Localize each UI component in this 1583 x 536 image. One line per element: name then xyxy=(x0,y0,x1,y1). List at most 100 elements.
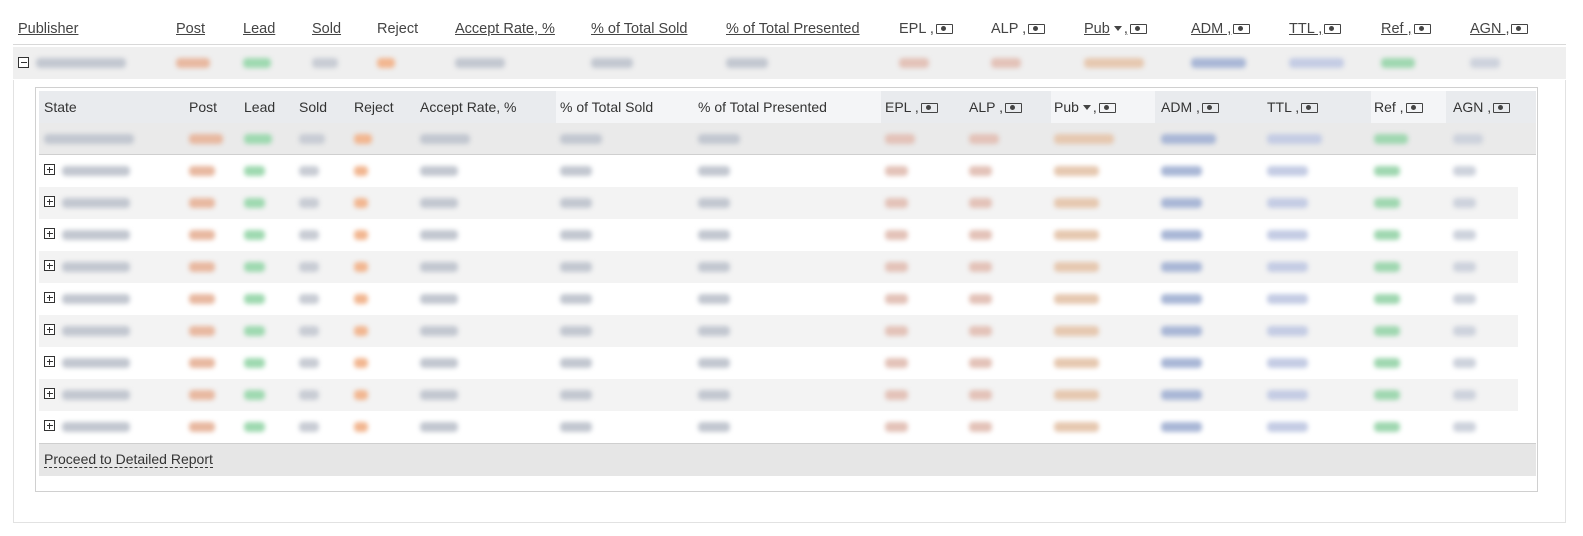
expand-icon[interactable] xyxy=(44,324,55,335)
redacted-value-pct-total-sold xyxy=(560,358,592,368)
redacted-value-sold xyxy=(299,358,319,368)
redacted-value-ref xyxy=(1374,326,1400,336)
redacted-value-sold xyxy=(299,294,319,304)
state-table-header: State Post Lead Sold Reject Accept Rate, % % o… xyxy=(39,91,1536,123)
column-header-agn[interactable]: AGN , xyxy=(1470,15,1529,44)
report-footer: Proceed to Detailed Report xyxy=(39,443,1536,476)
redacted-value-sold xyxy=(312,58,338,68)
expand-icon[interactable] xyxy=(44,356,55,367)
state-column-header-post[interactable]: Post xyxy=(189,91,217,123)
column-header-label: % of Total Sold xyxy=(560,99,654,115)
state-column-header-agn[interactable]: AGN , xyxy=(1453,91,1511,123)
state-column-header-lead[interactable]: Lead xyxy=(244,91,275,123)
column-header-reject: Reject xyxy=(377,15,418,44)
redacted-value-accept-rate xyxy=(420,422,458,432)
state-column-header-epl[interactable]: EPL , xyxy=(885,91,938,123)
column-header-pct-total-sold[interactable]: % of Total Sold xyxy=(591,15,687,44)
redacted-value-pct-total-sold xyxy=(560,326,592,336)
redacted-value-pct-total-presented xyxy=(698,326,730,336)
column-header-adm[interactable]: ADM , xyxy=(1191,15,1251,44)
redacted-value-reject xyxy=(354,134,372,144)
redacted-value-accept-rate xyxy=(420,390,458,400)
state-column-header-adm[interactable]: ADM , xyxy=(1161,91,1219,123)
redacted-value-pub xyxy=(1054,326,1099,336)
column-header-ref[interactable]: Ref , xyxy=(1381,15,1431,44)
redacted-value-alp xyxy=(969,230,992,240)
redacted-value-pct-total-sold xyxy=(560,422,592,432)
redacted-value-post xyxy=(189,198,215,208)
state-column-header-pct-total-sold[interactable]: % of Total Sold xyxy=(560,91,653,123)
proceed-to-detailed-report-link[interactable]: Proceed to Detailed Report xyxy=(44,451,213,468)
state-column-header-ref[interactable]: Ref , xyxy=(1374,91,1423,123)
column-header-label: ADM , xyxy=(1161,99,1200,115)
expand-icon[interactable] xyxy=(44,260,55,271)
state-column-header-alp[interactable]: ALP , xyxy=(969,91,1022,123)
state-row xyxy=(39,411,1518,443)
column-header-pct-total-presented[interactable]: % of Total Presented xyxy=(726,15,860,44)
redacted-value-state xyxy=(44,134,134,144)
redacted-value-epl xyxy=(885,230,908,240)
column-header-label: Pub xyxy=(1084,21,1110,37)
redacted-value-ttl xyxy=(1267,326,1308,336)
collapse-icon[interactable] xyxy=(18,57,29,68)
column-header-label: % of Total Sold xyxy=(591,21,688,37)
redacted-value-adm xyxy=(1191,58,1246,68)
redacted-value-agn xyxy=(1453,166,1476,176)
column-header-epl: EPL , xyxy=(899,15,953,44)
expand-icon[interactable] xyxy=(44,292,55,303)
redacted-value-pub xyxy=(1054,134,1114,144)
column-header-accept-rate[interactable]: Accept Rate, % xyxy=(455,15,555,44)
state-column-header-ttl[interactable]: TTL , xyxy=(1267,91,1319,123)
state-column-header-state[interactable]: State xyxy=(44,91,77,123)
state-column-header-pub[interactable]: Pub, xyxy=(1054,91,1116,123)
redacted-value-epl xyxy=(885,134,915,144)
redacted-value-sold xyxy=(299,326,319,336)
column-header-ttl[interactable]: TTL , xyxy=(1289,15,1342,44)
expand-icon[interactable] xyxy=(44,228,55,239)
redacted-value-accept-rate xyxy=(420,198,458,208)
column-header-label: TTL , xyxy=(1289,21,1323,37)
redacted-value-adm xyxy=(1161,390,1202,400)
column-header-publisher[interactable]: Publisher xyxy=(18,15,78,44)
state-column-header-pct-total-presented[interactable]: % of Total Presented xyxy=(698,91,827,123)
column-header-label: ALP , xyxy=(969,99,1003,115)
redacted-value-sold xyxy=(299,198,319,208)
expand-icon[interactable] xyxy=(44,164,55,175)
redacted-value-agn xyxy=(1453,390,1476,400)
publisher-table-header: Publisher Post Lead Sold Reject Accept Rate, … xyxy=(13,15,1566,45)
expand-icon[interactable] xyxy=(44,196,55,207)
column-header-sold[interactable]: Sold xyxy=(312,15,341,44)
redacted-value-ttl xyxy=(1267,166,1308,176)
redacted-value-post xyxy=(189,326,215,336)
column-header-pub[interactable]: Pub, xyxy=(1084,15,1147,44)
column-header-label: Pub xyxy=(1054,99,1079,115)
column-header-lead[interactable]: Lead xyxy=(243,15,275,44)
redacted-value-pct-total-sold xyxy=(560,166,592,176)
redacted-value-pct-total-sold xyxy=(560,230,592,240)
redacted-value-post xyxy=(189,422,215,432)
redacted-value-ttl xyxy=(1267,294,1308,304)
state-row xyxy=(39,187,1518,219)
state-column-header-reject[interactable]: Reject xyxy=(354,91,394,123)
redacted-value-adm xyxy=(1161,262,1202,272)
redacted-value-epl xyxy=(885,358,908,368)
redacted-value-pub xyxy=(1054,166,1099,176)
column-header-post[interactable]: Post xyxy=(176,15,205,44)
state-column-header-accept-rate[interactable]: Accept Rate, % xyxy=(420,91,517,123)
redacted-value-pct-total-presented xyxy=(726,58,768,68)
redacted-value-adm xyxy=(1161,294,1202,304)
redacted-value-ttl xyxy=(1267,230,1308,240)
sort-desc-icon xyxy=(1113,26,1122,31)
redacted-value-pub xyxy=(1054,358,1099,368)
redacted-value-ref xyxy=(1374,358,1400,368)
column-header-label: AGN , xyxy=(1453,99,1492,115)
state-column-header-sold[interactable]: Sold xyxy=(299,91,327,123)
redacted-value-accept-rate xyxy=(420,358,458,368)
redacted-value-epl xyxy=(885,294,908,304)
redacted-value-pct-total-presented xyxy=(698,166,730,176)
expand-icon[interactable] xyxy=(44,388,55,399)
expand-icon[interactable] xyxy=(44,420,55,431)
state-row xyxy=(39,347,1518,379)
redacted-value-pub xyxy=(1084,58,1144,68)
redacted-value-state xyxy=(62,262,130,272)
